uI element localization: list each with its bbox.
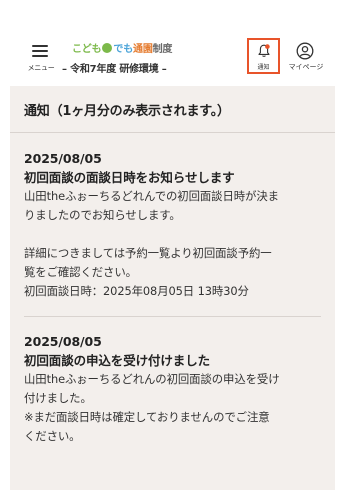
logo-badge-icon [102,43,113,53]
notification-subject: 初回面談の面談日時をお知らせします [24,170,235,185]
notification-item[interactable]: 2025/08/05 初回面談の面談日時をお知らせします 山田theふぉーちるど… [24,149,329,301]
notification-date: 2025/08/05 [24,334,102,349]
logo-part-2: でも [113,44,134,55]
page: メニュー こども でも通園制度 – 令和7年度 研修環境 – 通知 マイページ 通… [0,0,345,490]
notifications-panel: 通知（1ヶ月分のみ表示されます。） 2025/08/05 初回面談の面談日時をお… [10,86,335,490]
notification-dot [265,44,270,49]
divider [24,316,321,317]
logo-part-3: 通園 [133,44,153,55]
notification-body-line: 山田theふぉーちるどれんの初回面談の申込を受け [24,372,280,386]
notification-body-line: 詳細につきましては予約一覧より初回面談予約一 [24,246,272,260]
notification-body-line: りましたのでお知らせします。 [24,208,181,222]
notification-body-line: ※まだ面談日時は確定しておりませんのでご注意 [24,410,270,424]
person-icon [296,42,314,60]
section-title: 通知（1ヶ月分のみ表示されます。） [24,104,230,119]
logo-part-4: 制度 [152,44,173,55]
environment-subtitle: – 令和7年度 研修環境 – [62,64,167,75]
notification-date: 2025/08/05 [24,151,102,166]
notification-button[interactable]: 通知 [247,38,280,74]
notification-body-line: 付けました。 [24,391,92,405]
notification-body-line: 初回面談日時：2025年08月05日 13時30分 [24,284,249,298]
notification-item[interactable]: 2025/08/05 初回面談の申込を受け付けました 山田theふぉーちるどれん… [24,332,329,446]
notification-body-line: ください。 [24,429,81,443]
mypage-button[interactable]: マイページ [286,40,326,74]
mypage-label: マイページ [288,63,324,71]
menu-label: メニュー [27,64,55,72]
divider [10,132,335,133]
app-logo[interactable]: こども でも通園制度 [72,40,172,55]
menu-button[interactable]: メニュー [26,43,60,77]
notification-body-line: 山田theふぉーちるどれんでの初回面談日時が決ま [24,189,279,203]
notification-subject: 初回面談の申込を受け付けました [24,353,211,368]
hamburger-menu-icon [32,45,48,57]
logo-part-1: こども [72,44,102,55]
bell-icon [258,44,270,57]
app-header: メニュー こども でも通園制度 – 令和7年度 研修環境 – 通知 マイページ [0,0,345,86]
notification-body-line: 覧をご確認ください。 [24,265,137,279]
notification-label: 通知 [257,64,270,71]
